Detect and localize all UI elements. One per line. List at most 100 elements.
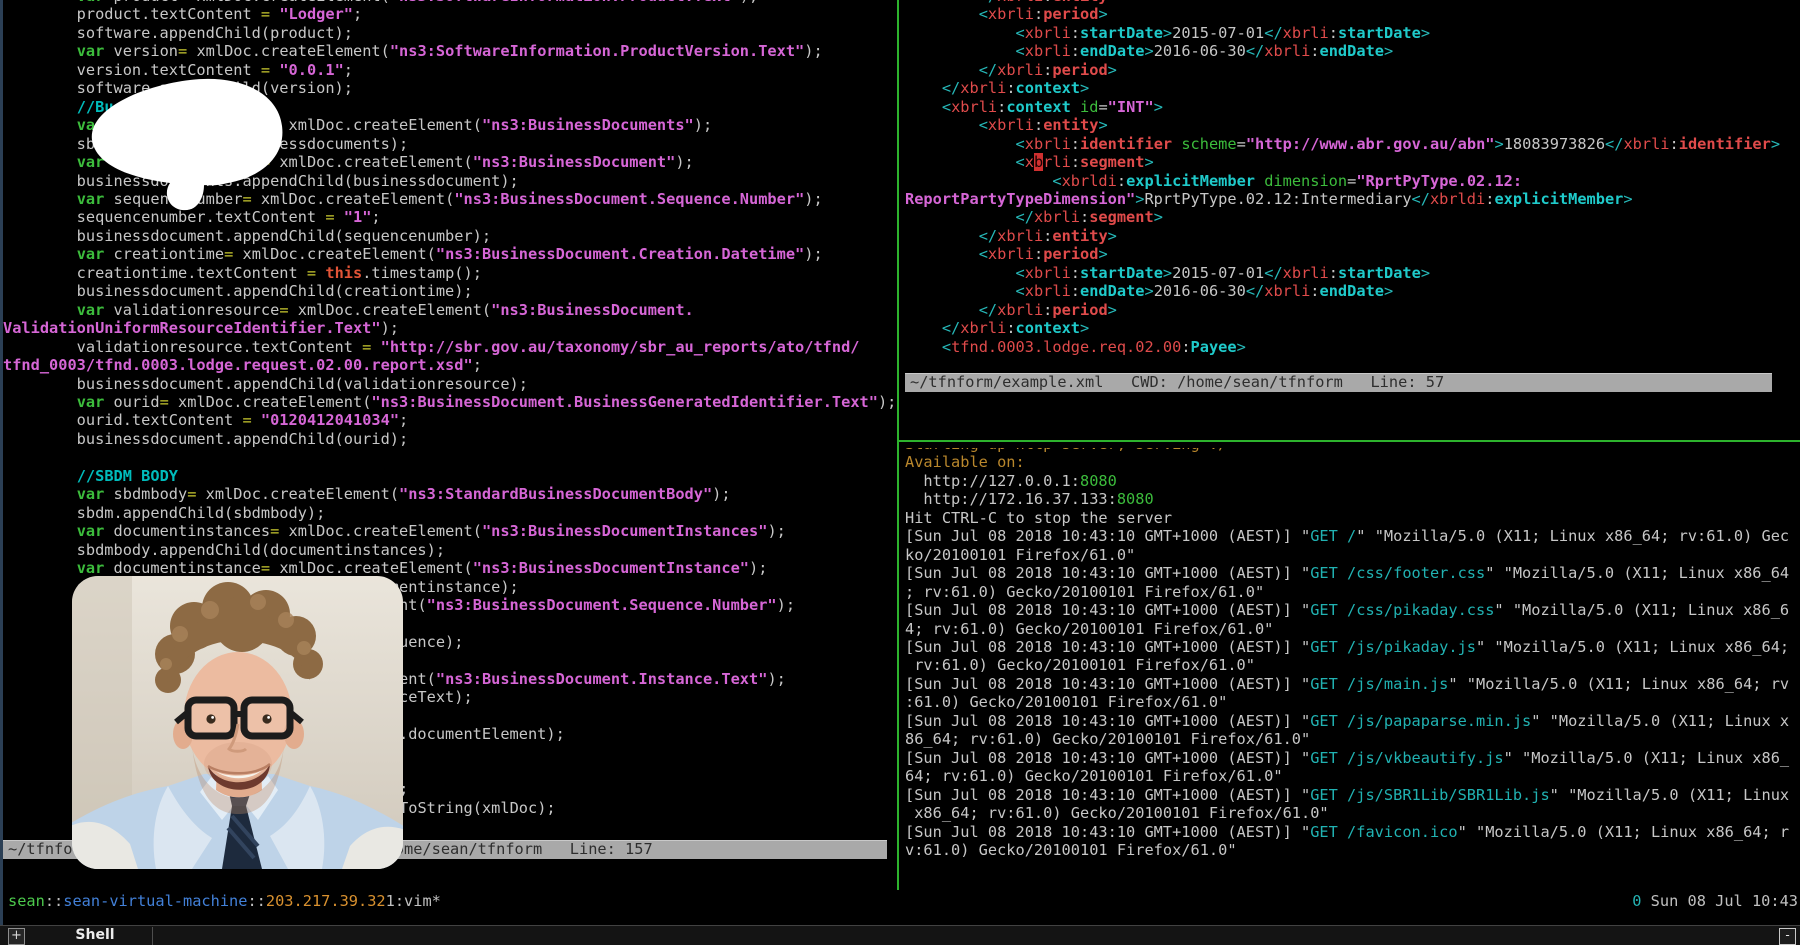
code-row: businessdocument.appendChild(creationtim…	[3, 282, 896, 300]
http-server-log-pane[interactable]: Starting up http-server, serving ./Avail…	[905, 448, 1797, 878]
code-segment: =	[261, 5, 270, 23]
code-row	[3, 448, 896, 466]
code-segment: " "Mozilla/5.0 (X11; Linux x86_64;	[1476, 638, 1789, 656]
code-segment: </	[979, 301, 997, 319]
code-row: http://172.16.37.133:8080	[905, 490, 1797, 508]
code-segment: [Sun Jul 08 2018 10:43:10 GMT+1000 (AEST…	[905, 749, 1310, 767]
code-segment: 8080	[1117, 490, 1154, 508]
vim-pane-xml[interactable]: </xbrli:entity> <xbrli:period> <xbrli:st…	[905, 0, 1798, 373]
code-segment: //SBDM BODY	[77, 467, 178, 485]
code-segment: version	[104, 42, 178, 60]
code-segment: xbrli	[1025, 42, 1071, 60]
code-segment: period	[1052, 301, 1107, 319]
code-segment: </	[942, 319, 960, 337]
code-segment: "http://www.abr.gov.au/abn"	[1246, 135, 1495, 153]
code-segment: >	[1145, 153, 1154, 171]
code-segment: var	[77, 485, 105, 503]
code-segment: :	[1034, 245, 1043, 263]
code-segment: startDate	[1338, 24, 1421, 42]
code-segment: =	[242, 411, 251, 429]
code-segment: >	[1108, 301, 1117, 319]
code-segment	[1255, 172, 1264, 190]
code-row: </xbrli:period>	[905, 61, 1798, 79]
code-segment: );	[767, 670, 785, 688]
code-segment	[3, 393, 77, 411]
code-segment	[335, 208, 344, 226]
code-segment: xbrli	[951, 98, 997, 116]
code-row: ourid.textContent = "0120412041034";	[3, 411, 896, 429]
code-segment: ;	[473, 356, 482, 374]
tab-shell[interactable]: Shell	[40, 926, 150, 945]
code-segment: .timestamp();	[362, 264, 482, 282]
code-segment: );	[804, 42, 822, 60]
code-segment: context	[1016, 319, 1080, 337]
code-row: [Sun Jul 08 2018 10:43:10 GMT+1000 (AEST…	[905, 786, 1797, 804]
code-segment: businessdocument.appendChild(validationr…	[3, 375, 528, 393]
code-segment: xmlDoc.createElement(	[289, 301, 492, 319]
code-segment: "0120412041034"	[261, 411, 399, 429]
code-segment	[905, 153, 1016, 171]
code-row: var documentinstances= xmlDoc.createElem…	[3, 522, 896, 540]
code-segment	[3, 559, 77, 577]
tmux-vertical-pane-divider[interactable]	[897, 0, 899, 890]
code-segment	[3, 116, 77, 134]
code-segment: xbrli	[988, 5, 1034, 23]
code-segment: " "Mozilla/5.0 (X11; Linux x86_6	[1494, 601, 1789, 619]
code-row: [Sun Jul 08 2018 10:43:10 GMT+1000 (AEST…	[905, 638, 1797, 656]
code-segment: "RprtPyType.02.12:	[1356, 172, 1522, 190]
code-segment: var	[77, 393, 105, 411]
code-segment: Hit CTRL-C to stop the server	[905, 509, 1172, 527]
code-segment: );	[749, 559, 767, 577]
code-segment: >	[1154, 98, 1163, 116]
code-row: [Sun Jul 08 2018 10:43:10 GMT+1000 (AEST…	[905, 601, 1797, 619]
code-row: <tfnd.0003.lodge.req.02.00:Payee>	[905, 338, 1798, 356]
code-segment: period	[1043, 5, 1098, 23]
code-segment: ko/20100101 Firefox/61.0"	[905, 546, 1135, 564]
code-segment: dimension	[1264, 172, 1347, 190]
code-segment	[905, 264, 1016, 282]
minimize-button[interactable]: -	[1779, 928, 1796, 945]
code-segment: 18083973826	[1504, 135, 1605, 153]
code-segment: explicitMember	[1126, 172, 1255, 190]
code-row: http://127.0.0.1:8080	[905, 472, 1797, 490]
code-row: <xbrli:startDate>2015-07-01</xbrli:start…	[905, 264, 1798, 282]
code-segment	[905, 245, 979, 263]
code-segment: 1:vim*	[386, 892, 441, 910]
code-segment: creationtime.textContent	[3, 264, 307, 282]
code-segment: Sun 08 Jul 10:43	[1641, 892, 1798, 910]
code-segment: GET /js/vkbeautify.js	[1310, 749, 1503, 767]
code-segment: ::	[247, 892, 265, 910]
code-segment: >	[1144, 42, 1153, 60]
code-segment: >	[1421, 24, 1430, 42]
code-row: var version= xmlDoc.createElement("ns3:S…	[3, 42, 896, 60]
code-segment: RprtPyType.02.12:Intermediary	[1144, 190, 1411, 208]
terminal-window: var product= xmlDoc.createElement("ns3:S…	[0, 0, 1800, 945]
new-tab-button[interactable]: +	[8, 928, 25, 945]
server-log-output: Starting up http-server, serving ./Avail…	[905, 448, 1797, 859]
code-segment: xbrli	[960, 319, 1006, 337]
code-segment: =	[1098, 98, 1107, 116]
code-segment: businessdocument.appendChild(ourid);	[3, 430, 408, 448]
code-segment: "ns3:BusinessDocumentInstances"	[482, 522, 768, 540]
code-segment: xmlDoc.createElement(	[270, 559, 473, 577]
code-row: </xbrli:entity>	[905, 227, 1798, 245]
code-segment: >	[1163, 264, 1172, 282]
code-segment: :	[1071, 153, 1080, 171]
code-row: <xbrli:startDate>2015-07-01</xbrli:start…	[905, 24, 1798, 42]
code-segment: documentinstances	[104, 522, 270, 540]
code-segment: "ns3:BusinessDocument.Creation.Datetime"	[436, 245, 804, 263]
code-segment: validationresource	[104, 301, 279, 319]
code-segment: entity	[1052, 0, 1107, 5]
code-segment: segment	[1080, 153, 1144, 171]
code-segment: <	[1016, 135, 1025, 153]
tmux-horizontal-pane-divider[interactable]	[899, 440, 1800, 442]
code-segment: :	[1034, 116, 1043, 134]
code-segment: =	[307, 264, 316, 282]
code-row: <xbrli:segment>	[905, 153, 1798, 171]
code-segment: );	[804, 190, 822, 208]
code-row: creationtime.textContent = this.timestam…	[3, 264, 896, 282]
code-segment: <	[942, 98, 951, 116]
code-segment: >	[1108, 227, 1117, 245]
code-segment: :	[1043, 301, 1052, 319]
code-row: <xbrli:period>	[905, 5, 1798, 23]
